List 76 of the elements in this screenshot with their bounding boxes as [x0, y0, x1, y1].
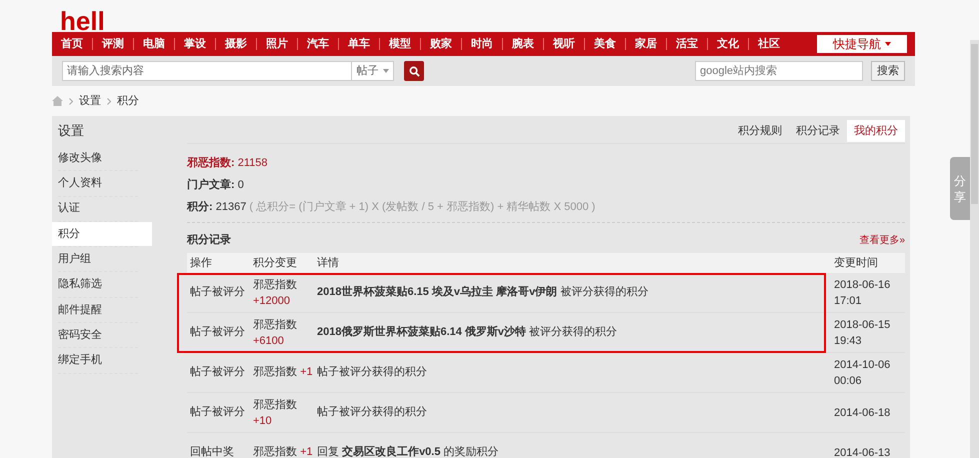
sidebar-item[interactable]: 认证: [52, 196, 152, 221]
site-logo[interactable]: hell: [60, 8, 105, 34]
nav-link[interactable]: 照片: [257, 36, 297, 52]
table-cell-text: 帖子被评分获得的积分: [316, 365, 428, 380]
table-cell-text: 2018-06-16 17:01: [833, 278, 892, 308]
points-text: 积分: 21367 ( 总积分= (门户文章 + 1) X (发帖数 / 5 + 邪恶指数) + 精华帖数 X 5000 ): [187, 200, 596, 215]
nav-link[interactable]: 家居: [626, 36, 666, 52]
nav-link[interactable]: 模型: [380, 36, 420, 52]
nav-link[interactable]: 时尚: [462, 36, 502, 52]
table-cell-text: 2014-06-13: [833, 446, 892, 458]
table-cell-text: 回复 交易区改良工作v0.5 的奖励积分: [316, 444, 500, 458]
table-cell-text: 2018-06-15 19:43: [833, 318, 892, 348]
portal-articles-text: 门户文章: 0: [187, 178, 245, 193]
view-more-link[interactable]: 查看更多»: [859, 232, 905, 248]
table-cell-text: 邪恶指数 +12000: [252, 278, 298, 308]
nav-link[interactable]: 视听: [544, 36, 584, 52]
nav-link[interactable]: 摄影: [216, 36, 256, 52]
section-title: 积分记录: [187, 232, 231, 248]
table-cell-text: 邪恶指数 +1: [252, 445, 314, 458]
sidebar-item[interactable]: 用户组: [52, 247, 152, 272]
nav-link[interactable]: 首页: [52, 36, 92, 52]
column-header: 操作: [189, 256, 213, 271]
sidebar-item[interactable]: 绑定手机: [52, 348, 152, 373]
table-cell-text: 邪恶指数 +6100: [252, 318, 298, 348]
table-cell-text: 2018俄罗斯世界杯菠菜贴6.14 俄罗斯v沙特 被评分获得的积分: [316, 324, 618, 340]
nav-link[interactable]: 电脑: [134, 36, 174, 52]
nav-link[interactable]: 腕表: [503, 36, 543, 52]
search-field[interactable]: 请输入搜索内容: [62, 61, 352, 81]
google-search-button[interactable]: 搜索: [871, 61, 905, 81]
sidebar-item[interactable]: 积分: [52, 222, 152, 246]
breadcrumb-link[interactable]: 设置: [79, 92, 101, 110]
nav-link[interactable]: 活宝: [667, 36, 707, 52]
sidebar-item[interactable]: 密码安全: [52, 323, 152, 348]
nav-link[interactable]: 美食: [585, 36, 625, 52]
nav-link[interactable]: 评测: [93, 36, 133, 52]
sidebar-title: 设置: [57, 122, 85, 140]
table-cell-text: 2014-10-06 00:06: [833, 358, 892, 388]
search-icon: [408, 66, 420, 76]
nav-link[interactable]: 败家: [421, 36, 461, 52]
search-type-dropdown[interactable]: 帖子: [352, 61, 394, 81]
table-cell-text: 帖子被评分获得的积分: [316, 405, 428, 420]
caret-icon: [885, 42, 891, 46]
table-cell-text: 帖子被评分: [189, 405, 246, 420]
table-cell-text: 帖子被评分: [189, 365, 246, 380]
quick-nav-button[interactable]: 快捷导航: [817, 35, 907, 53]
column-header: 详情: [316, 256, 340, 271]
table-cell-text: 帖子被评分: [189, 285, 246, 300]
chevron-icon: [69, 98, 73, 104]
nav-link[interactable]: 社区: [749, 36, 789, 52]
evil-index-text: 邪恶指数: 21158: [187, 156, 268, 171]
table-cell-text: 邪恶指数 +10: [252, 398, 298, 428]
tab[interactable]: 我的积分: [847, 120, 905, 142]
google-search-field[interactable]: google站内搜索: [695, 61, 863, 81]
nav-link[interactable]: 掌设: [175, 36, 215, 52]
table-cell-text: 2014-06-18: [833, 406, 892, 420]
table-cell-text: 帖子被评分: [189, 325, 246, 340]
sidebar-item[interactable]: 邮件提醒: [52, 298, 152, 322]
sidebar-item[interactable]: 隐私筛选: [52, 272, 152, 297]
column-header: 变更时间: [833, 256, 879, 271]
search-button[interactable]: [404, 61, 424, 81]
column-header: 积分变更: [252, 256, 298, 271]
scrollbar-thumb[interactable]: [971, 44, 978, 204]
chevron-icon: [107, 98, 111, 104]
nav-link[interactable]: 汽车: [298, 36, 338, 52]
caret-icon: [382, 69, 388, 73]
table-cell-text: 2018世界杯菠菜贴6.15 埃及v乌拉圭 摩洛哥v伊朗 被评分获得的积分: [316, 284, 650, 300]
table-cell-text: 邪恶指数 +1: [252, 365, 314, 380]
nav-link[interactable]: 文化: [708, 36, 748, 52]
sidebar-item[interactable]: 修改头像: [52, 146, 152, 170]
tab[interactable]: 积分规则: [731, 120, 789, 142]
nav-link[interactable]: 单车: [339, 36, 379, 52]
breadcrumb-link[interactable]: 积分: [117, 92, 139, 110]
home-icon[interactable]: [52, 96, 63, 106]
tab[interactable]: 积分记录: [789, 120, 847, 142]
sidebar-item[interactable]: 个人资料: [52, 171, 152, 196]
table-cell-text: 回帖中奖: [189, 445, 235, 458]
